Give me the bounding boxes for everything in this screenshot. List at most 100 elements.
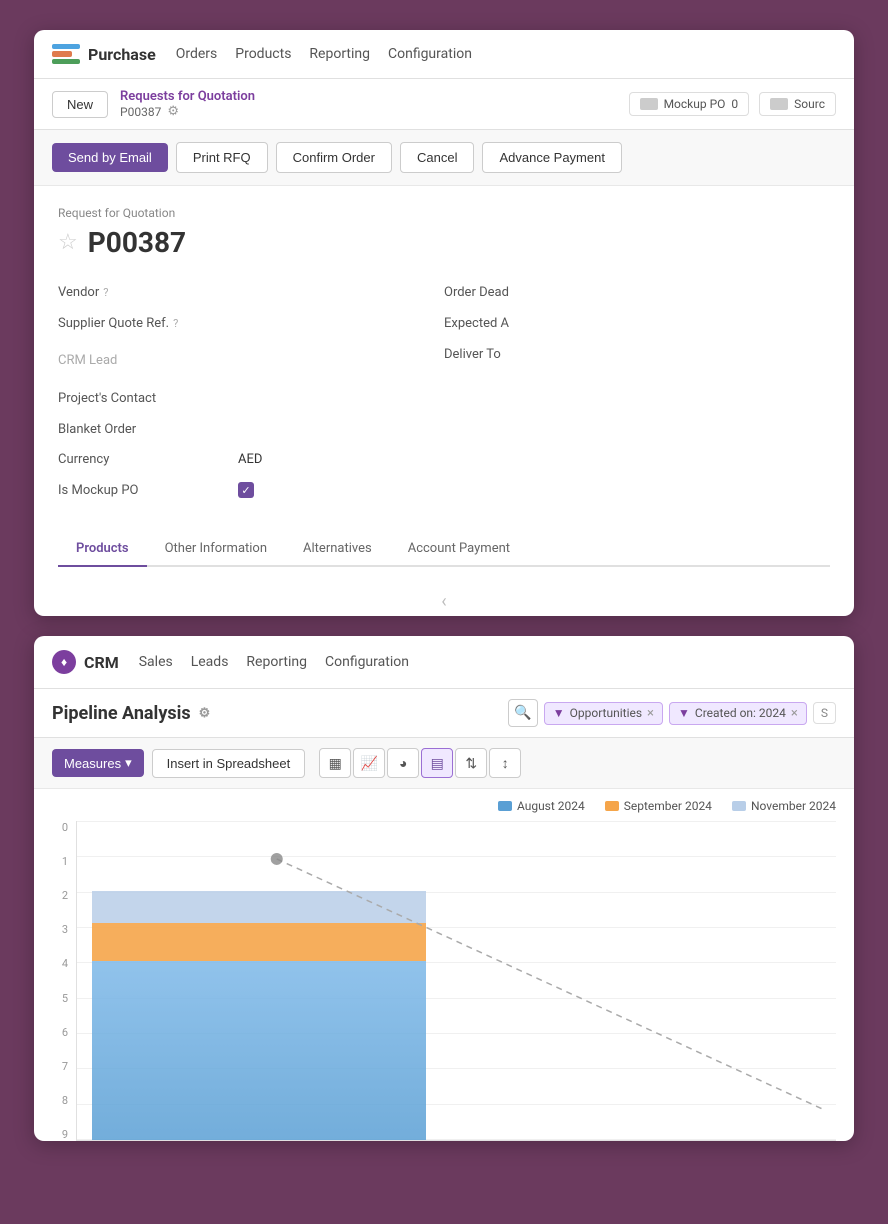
new-button[interactable]: New: [52, 91, 108, 118]
filter-opportunities-close[interactable]: ×: [647, 706, 654, 721]
chart-bar-button[interactable]: ▦: [319, 748, 351, 778]
crm-nav-configuration[interactable]: Configuration: [325, 652, 409, 672]
filter-more[interactable]: S: [813, 702, 836, 724]
insert-spreadsheet-button[interactable]: Insert in Spreadsheet: [152, 749, 306, 778]
subheader-left: New Requests for Quotation P00387 ⚙: [52, 89, 255, 119]
deliver-to-label: Deliver To: [444, 347, 624, 362]
vendor-input[interactable]: [238, 284, 444, 299]
y-3: 3: [52, 923, 68, 936]
crm-nav-sales[interactable]: Sales: [139, 652, 173, 672]
gear-icon[interactable]: ⚙: [167, 104, 179, 119]
chart-line-button[interactable]: 📈: [353, 748, 385, 778]
nav-reporting[interactable]: Reporting: [309, 44, 370, 64]
cancel-button[interactable]: Cancel: [400, 142, 474, 173]
bar-aug-1: [92, 961, 426, 1140]
legend-nov-label: November 2024: [751, 799, 836, 813]
breadcrumb-link[interactable]: Requests for Quotation: [120, 89, 255, 104]
crm-nav: CRM Sales Leads Reporting Configuration: [34, 636, 854, 689]
nav-configuration[interactable]: Configuration: [388, 44, 472, 64]
measures-button[interactable]: Measures ▾: [52, 749, 144, 777]
purchase-logo: [52, 44, 80, 64]
crm-nav-reporting[interactable]: Reporting: [246, 652, 307, 672]
print-rfq-button[interactable]: Print RFQ: [176, 142, 268, 173]
legend-sep: September 2024: [605, 799, 712, 813]
crm-lead-label: CRM Lead: [58, 346, 238, 375]
form-title-row: ☆ P00387: [58, 226, 830, 259]
tab-account-payment[interactable]: Account Payment: [390, 532, 528, 567]
tab-spacer: [34, 567, 854, 587]
pipeline-header: Pipeline Analysis ⚙ 🔍 ▼ Opportunities × …: [34, 689, 854, 738]
chart-sort-desc-button[interactable]: ↕: [489, 748, 521, 778]
bar-nov-1: [92, 891, 426, 923]
favorite-star-icon[interactable]: ☆: [58, 230, 78, 255]
mockup-po-value: 0: [731, 97, 738, 111]
crm-logo: [52, 650, 76, 674]
vendor-value[interactable]: [238, 284, 444, 300]
tab-alternatives[interactable]: Alternatives: [285, 532, 390, 567]
pipeline-gear-icon[interactable]: ⚙: [199, 706, 211, 721]
y-4: 4: [52, 957, 68, 970]
is-mockup-checkbox[interactable]: [238, 482, 254, 498]
projects-contact-value[interactable]: [238, 390, 444, 406]
tab-products[interactable]: Products: [58, 532, 147, 567]
order-deadline-value[interactable]: [624, 284, 830, 300]
deliver-to-row: Deliver To: [444, 339, 830, 370]
chart-pie-button[interactable]: ◕: [387, 748, 419, 778]
crm-card: CRM Sales Leads Reporting Configuration …: [34, 636, 854, 1141]
form-right-col: Order Dead Expected A Deliver To: [444, 277, 830, 506]
supplier-quote-row: Supplier Quote Ref. ?: [58, 308, 444, 339]
card-icon: [640, 98, 658, 110]
nav-products[interactable]: Products: [235, 44, 291, 64]
projects-contact-input[interactable]: [238, 390, 444, 405]
legend-aug-label: August 2024: [517, 799, 585, 813]
expected-arrival-value[interactable]: [624, 315, 830, 331]
crm-brand-name: CRM: [84, 653, 119, 672]
legend-sep-label: September 2024: [624, 799, 712, 813]
advance-payment-button[interactable]: Advance Payment: [482, 142, 622, 173]
pipeline-filters: 🔍 ▼ Opportunities × ▼ Created on: 2024 ×…: [508, 699, 836, 727]
confirm-order-button[interactable]: Confirm Order: [276, 142, 392, 173]
filter-funnel-icon: ▼: [553, 706, 565, 720]
source-label: Sourc: [794, 97, 825, 111]
crm-lead-row: CRM Lead: [58, 339, 444, 383]
currency-row: Currency AED: [58, 445, 444, 475]
bar-group-2: [441, 821, 775, 1140]
legend-nov-dot: [732, 801, 746, 811]
y-2: 2: [52, 889, 68, 902]
supplier-quote-value[interactable]: [238, 315, 444, 331]
chart-sort-asc-button[interactable]: ⇅: [455, 748, 487, 778]
is-mockup-label: Is Mockup PO: [58, 483, 238, 498]
chart-area: August 2024 September 2024 November 2024…: [34, 789, 854, 1141]
nav-orders[interactable]: Orders: [176, 44, 218, 64]
expected-arrival-input[interactable]: [624, 315, 830, 330]
tab-other-info[interactable]: Other Information: [147, 532, 285, 567]
source-card-icon: [770, 98, 788, 110]
filter-created-on[interactable]: ▼ Created on: 2024 ×: [669, 702, 807, 725]
legend-sep-dot: [605, 801, 619, 811]
is-mockup-value[interactable]: [238, 482, 444, 498]
chart-stacked-button[interactable]: ▤: [421, 748, 453, 778]
supplier-quote-input[interactable]: [238, 315, 444, 330]
filter-opportunities[interactable]: ▼ Opportunities ×: [544, 702, 663, 725]
blanket-order-input[interactable]: [238, 421, 444, 436]
search-button[interactable]: 🔍: [508, 699, 538, 727]
pipeline-title: Pipeline Analysis: [52, 703, 191, 724]
expected-arrival-label: Expected A: [444, 316, 624, 331]
expected-arrival-row: Expected A: [444, 308, 830, 339]
send-email-button[interactable]: Send by Email: [52, 143, 168, 172]
blanket-order-value[interactable]: [238, 421, 444, 437]
bar-group-1: [92, 821, 426, 1140]
crm-nav-leads[interactable]: Leads: [191, 652, 229, 672]
deliver-to-value[interactable]: [624, 346, 830, 362]
legend-aug: August 2024: [498, 799, 585, 813]
order-deadline-input[interactable]: [624, 284, 830, 299]
chart-bars: [76, 821, 836, 1141]
brand-name: Purchase: [88, 45, 156, 64]
filter-opportunities-label: Opportunities: [570, 706, 642, 720]
source-badge: Sourc: [759, 92, 836, 116]
currency-value: AED: [238, 452, 444, 467]
filter-created-on-close[interactable]: ×: [791, 706, 798, 721]
deliver-to-input[interactable]: [624, 346, 830, 361]
is-mockup-row: Is Mockup PO: [58, 475, 444, 506]
crm-nav-links: Sales Leads Reporting Configuration: [139, 652, 409, 672]
